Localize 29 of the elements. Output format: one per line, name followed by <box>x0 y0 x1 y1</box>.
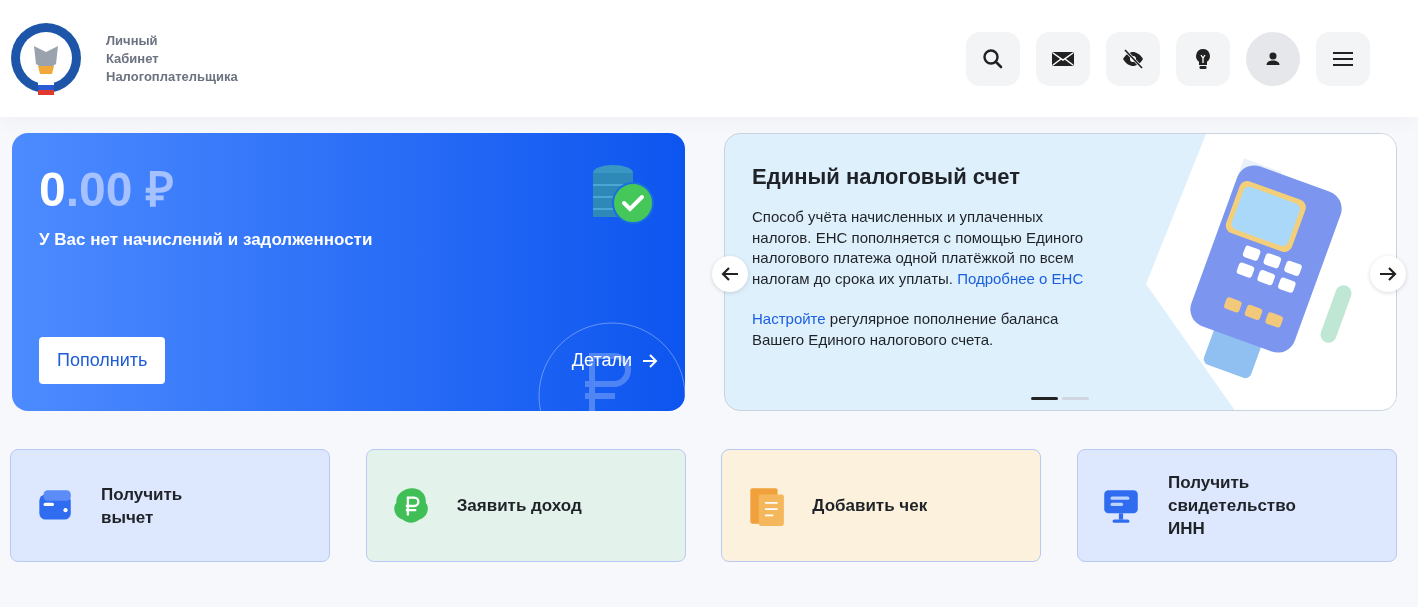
promo-title: Единый налоговый счет <box>752 163 1021 191</box>
arrow-left-icon <box>721 266 739 282</box>
action-card[interactable]: Получить свидетельство ИНН <box>1076 449 1397 562</box>
top-up-button[interactable]: Пополнить <box>39 337 166 384</box>
title-text: Личный <box>106 31 159 50</box>
menu-button[interactable] <box>1316 31 1370 86</box>
next-button[interactable] <box>1370 256 1406 292</box>
eye-off-button[interactable] <box>1106 31 1160 86</box>
action-card[interactable]: Заявить доход <box>365 449 686 562</box>
action-card[interactable]: Добавить чек <box>721 449 1042 562</box>
promo-link[interactable]: Подробнее о ЕНС <box>957 269 1084 287</box>
profile-button[interactable] <box>1246 31 1300 86</box>
arrow-right-icon <box>642 353 658 368</box>
action-card[interactable]: Получить вычет <box>10 449 330 562</box>
search-button[interactable] <box>966 31 1020 86</box>
promo-text: Настройте регулярное пополнение баланса Вашего Единого налогового счета. <box>752 309 1060 350</box>
lightbulb-button[interactable] <box>1176 31 1230 86</box>
mail-button[interactable] <box>1036 31 1090 86</box>
balance-message: У Вас нет начислений и задолженности <box>39 229 374 251</box>
details-link[interactable]: Детали <box>571 347 658 374</box>
title-text: Кабинет <box>106 49 160 68</box>
previous-button[interactable] <box>712 256 748 292</box>
eye-off-icon <box>1121 46 1145 71</box>
title-text: Налогоплательщика <box>106 67 238 86</box>
search-icon <box>981 46 1005 71</box>
balance-amount: 0.00 ₽ <box>39 163 174 217</box>
promo-text: Способ учёта начисленных и уплаченных налогов. ЕНС пополняется с помощью Единого налогового платежа одной платёжкой по всем налогам до срока их уплаты. Подробнее о ЕНС <box>752 207 1085 289</box>
arrow-right-icon <box>1379 266 1397 282</box>
promo-link[interactable]: Настройте <box>752 310 826 327</box>
